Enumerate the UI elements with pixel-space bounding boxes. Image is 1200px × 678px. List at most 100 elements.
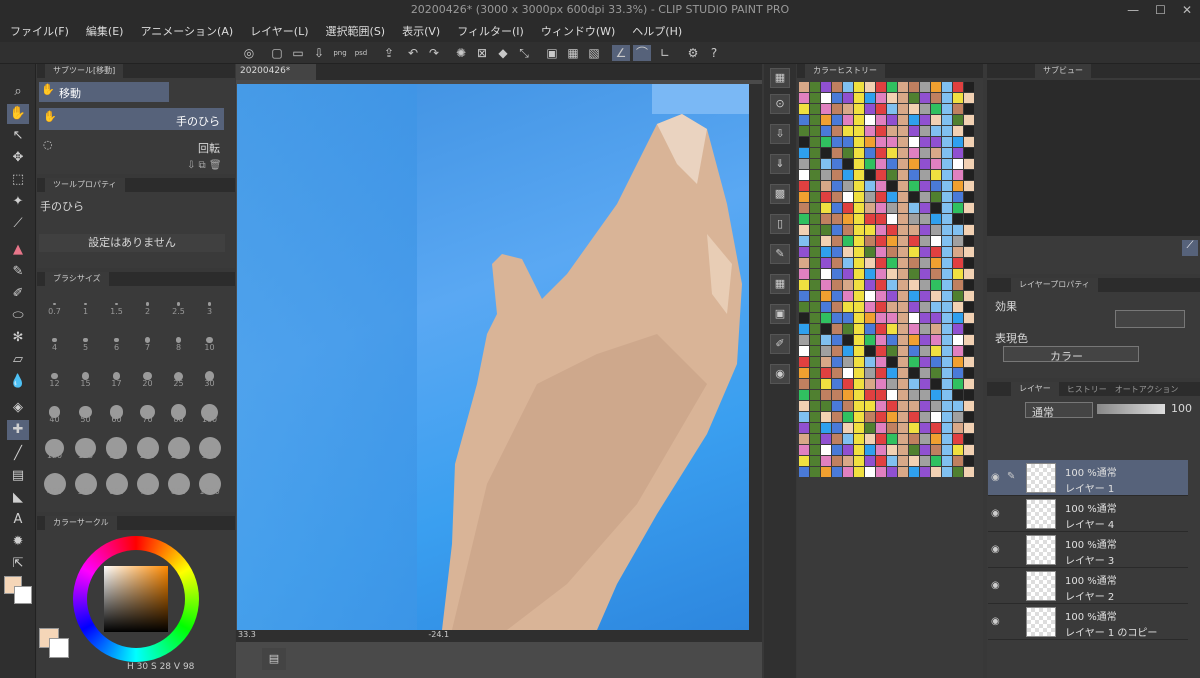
color-swatch[interactable] bbox=[887, 467, 897, 477]
image-icon[interactable]: ▣ bbox=[770, 304, 790, 324]
color-swatch[interactable] bbox=[953, 346, 963, 356]
color-swatch[interactable] bbox=[854, 258, 864, 268]
color-swatch[interactable] bbox=[854, 379, 864, 389]
color-swatch[interactable] bbox=[810, 412, 820, 422]
color-swatch[interactable] bbox=[909, 445, 919, 455]
color-swatch[interactable] bbox=[887, 324, 897, 334]
color-swatch[interactable] bbox=[953, 159, 963, 169]
color-swatch[interactable] bbox=[887, 236, 897, 246]
color-swatch[interactable] bbox=[799, 280, 809, 290]
color-swatch[interactable] bbox=[810, 434, 820, 444]
color-swatch[interactable] bbox=[865, 82, 875, 92]
color-swatch[interactable] bbox=[920, 313, 930, 323]
color-swatch[interactable] bbox=[810, 313, 820, 323]
color-swatch[interactable] bbox=[854, 236, 864, 246]
color-swatch[interactable] bbox=[865, 434, 875, 444]
brush-size-cell[interactable]: 2.5 bbox=[163, 290, 194, 316]
color-swatch[interactable] bbox=[865, 225, 875, 235]
color-swatch[interactable] bbox=[920, 170, 930, 180]
color-swatch[interactable] bbox=[909, 214, 919, 224]
color-swatch[interactable] bbox=[810, 423, 820, 433]
brush-size-cell[interactable]: 150 bbox=[70, 434, 101, 460]
color-swatch[interactable] bbox=[854, 214, 864, 224]
grid-icon[interactable]: ▦ bbox=[770, 274, 790, 294]
color-swatch[interactable] bbox=[898, 214, 908, 224]
color-swatch[interactable] bbox=[887, 401, 897, 411]
color-swatch[interactable] bbox=[810, 335, 820, 345]
color-swatch[interactable] bbox=[810, 346, 820, 356]
opacity-value[interactable]: 100 bbox=[1171, 402, 1192, 415]
color-swatch[interactable] bbox=[898, 159, 908, 169]
color-swatch[interactable] bbox=[832, 82, 842, 92]
color-swatch[interactable] bbox=[854, 280, 864, 290]
visibility-eye-icon[interactable]: ◉ bbox=[991, 580, 1000, 591]
color-swatch[interactable] bbox=[876, 192, 886, 202]
color-swatch[interactable] bbox=[799, 445, 809, 455]
menu-view[interactable]: 表示(V) bbox=[402, 23, 440, 39]
color-swatch[interactable] bbox=[799, 214, 809, 224]
color-swatch[interactable] bbox=[854, 335, 864, 345]
color-swatch[interactable] bbox=[799, 368, 809, 378]
color-swatch[interactable] bbox=[810, 324, 820, 334]
color-swatch[interactable] bbox=[832, 115, 842, 125]
brush-size-cell[interactable]: 120 bbox=[39, 434, 70, 460]
color-settings-icon[interactable]: ⚙ bbox=[684, 45, 702, 61]
color-swatch[interactable] bbox=[876, 434, 886, 444]
color-swatch[interactable] bbox=[821, 159, 831, 169]
brush-size-cell[interactable]: 8 bbox=[163, 326, 194, 352]
brush-size-cell[interactable]: 1 bbox=[70, 290, 101, 316]
color-swatch[interactable] bbox=[843, 456, 853, 466]
color-swatch[interactable] bbox=[887, 434, 897, 444]
color-swatch[interactable] bbox=[942, 390, 952, 400]
airbrush-icon[interactable]: ⬭ bbox=[7, 306, 29, 326]
color-swatch[interactable] bbox=[854, 456, 864, 466]
color-swatch[interactable] bbox=[898, 335, 908, 345]
color-swatch[interactable] bbox=[821, 456, 831, 466]
export-psd-icon[interactable]: psd bbox=[352, 45, 370, 61]
brushsize-tab[interactable]: ブラシサイズ bbox=[45, 272, 109, 286]
color-swatch[interactable] bbox=[854, 346, 864, 356]
color-swatch[interactable] bbox=[843, 390, 853, 400]
brush-size-cell[interactable]: 170 bbox=[101, 434, 132, 460]
color-swatch[interactable] bbox=[898, 324, 908, 334]
color-swatch[interactable] bbox=[799, 324, 809, 334]
color-swatch[interactable] bbox=[920, 291, 930, 301]
color-swatch[interactable] bbox=[931, 203, 941, 213]
color-swatch[interactable] bbox=[942, 170, 952, 180]
color-swatch[interactable] bbox=[931, 247, 941, 257]
color-swatch[interactable] bbox=[942, 291, 952, 301]
brush-tool-icon[interactable]: ✐ bbox=[7, 284, 29, 304]
color-swatch[interactable] bbox=[832, 192, 842, 202]
menu-selection[interactable]: 選択範囲(S) bbox=[326, 23, 386, 39]
brush-size-cell[interactable]: 100 bbox=[194, 398, 225, 424]
color-swatch[interactable] bbox=[821, 324, 831, 334]
color-swatch[interactable] bbox=[799, 159, 809, 169]
layerprop-tab[interactable]: レイヤープロパティ bbox=[1011, 278, 1098, 292]
color-swatch[interactable] bbox=[821, 357, 831, 367]
zoom-readout[interactable]: 33.3 bbox=[238, 630, 256, 639]
brush-size-cell[interactable]: 250 bbox=[163, 434, 194, 460]
color-swatch[interactable] bbox=[964, 291, 974, 301]
brush-size-cell[interactable]: 2 bbox=[132, 290, 163, 316]
color-swatch[interactable] bbox=[909, 236, 919, 246]
balloon-tool-icon[interactable]: ✹ bbox=[7, 532, 29, 552]
toolprop-tab[interactable]: ツールプロパティ bbox=[45, 178, 125, 192]
color-swatch[interactable] bbox=[953, 379, 963, 389]
color-swatch[interactable] bbox=[953, 104, 963, 114]
color-swatch[interactable] bbox=[898, 280, 908, 290]
color-swatch[interactable] bbox=[942, 93, 952, 103]
menu-window[interactable]: ウィンドウ(W) bbox=[541, 23, 615, 39]
color-swatch[interactable] bbox=[876, 126, 886, 136]
color-swatch[interactable] bbox=[799, 456, 809, 466]
color-swatch[interactable] bbox=[920, 236, 930, 246]
color-swatch[interactable] bbox=[865, 148, 875, 158]
color-swatch[interactable] bbox=[953, 324, 963, 334]
color-swatch[interactable] bbox=[953, 236, 963, 246]
color-swatch[interactable] bbox=[909, 181, 919, 191]
color-swatch[interactable] bbox=[942, 445, 952, 455]
color-swatch[interactable] bbox=[854, 192, 864, 202]
color-swatch[interactable] bbox=[942, 258, 952, 268]
color-swatch[interactable] bbox=[854, 423, 864, 433]
color-swatch[interactable] bbox=[909, 324, 919, 334]
color-swatch[interactable] bbox=[920, 401, 930, 411]
